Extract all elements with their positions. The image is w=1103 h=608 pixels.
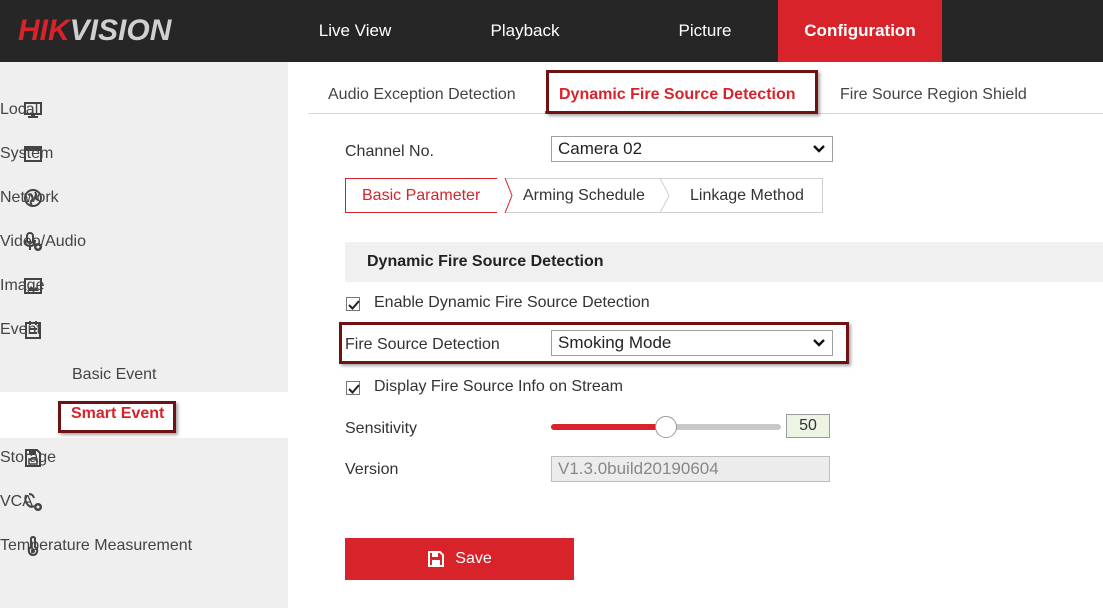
sidebar-item-label: Image (0, 277, 45, 294)
sensitivity-slider-thumb[interactable] (655, 416, 677, 438)
sidebar-item-label: System (0, 145, 54, 162)
sensitivity-slider-fill (551, 424, 666, 430)
sidebar-item-video-audio[interactable]: Video/Audio (0, 220, 288, 264)
sidebar-item-local[interactable]: Local (0, 88, 288, 132)
version-field: V1.3.0build20190604 (551, 456, 830, 482)
chevron-down-icon (812, 140, 826, 165)
checkmark-icon (348, 384, 360, 394)
nav-picture[interactable]: Picture (650, 0, 760, 62)
sidebar-item-label: Temperature Measurement (0, 537, 193, 554)
checkmark-icon (348, 300, 360, 310)
version-label: Version (345, 461, 399, 478)
channel-select[interactable]: Camera 02 (551, 136, 833, 162)
sensitivity-value-field[interactable]: 50 (786, 414, 830, 438)
step-arrow-active (497, 178, 513, 213)
sidebar-item-system[interactable]: System (0, 132, 288, 176)
display-info-label: Display Fire Source Info on Stream (374, 378, 623, 395)
sidebar-item-temperature-measurement[interactable]: Temperature Measurement (0, 524, 288, 568)
enable-detection-label: Enable Dynamic Fire Source Detection (374, 294, 650, 311)
tab-audio-exception-detection[interactable]: Audio Exception Detection (328, 86, 516, 104)
sidebar-item-vca[interactable]: VCA (0, 480, 288, 524)
channel-label: Channel No. (345, 143, 434, 160)
step-linkage-method[interactable]: Linkage Method (690, 178, 804, 213)
sidebar-subitem-basic-event[interactable]: Basic Event (72, 366, 156, 384)
chevron-down-icon (812, 334, 826, 359)
logo-part-hik: HIK (18, 14, 70, 47)
top-navigation-bar: HIKVISION Live View Playback Picture Con… (0, 0, 1103, 62)
sidebar-item-label: Video/Audio (0, 233, 86, 250)
logo-part-vision: VISION (69, 14, 172, 47)
save-button[interactable]: Save (345, 538, 574, 580)
sidebar-item-label: Local (0, 101, 39, 118)
nav-configuration[interactable]: Configuration (778, 0, 942, 62)
sidebar-subitem-smart-event[interactable]: Smart Event (71, 405, 164, 423)
sidebar-item-storage[interactable]: Storage (0, 436, 288, 480)
fire-source-detection-select[interactable]: Smoking Mode (551, 330, 833, 356)
channel-select-value: Camera 02 (558, 139, 643, 158)
hikvision-logo: HIKVISION (18, 14, 171, 48)
step-arrow (659, 178, 670, 213)
sidebar: Local System Network Video/Audio Image E… (0, 62, 288, 608)
enable-detection-checkbox[interactable] (346, 297, 360, 311)
sidebar-item-label: VCA (0, 493, 33, 510)
fire-source-detection-value: Smoking Mode (558, 333, 672, 352)
sidebar-item-label: Storage (0, 449, 57, 466)
sidebar-item-event[interactable]: Event (0, 308, 288, 352)
nav-live-view[interactable]: Live View (300, 0, 410, 62)
fire-source-detection-label: Fire Source Detection (345, 336, 500, 353)
floppy-disk-icon (427, 550, 445, 568)
parameter-steps: Basic Parameter Arming Schedule Linkage … (345, 178, 823, 213)
sidebar-item-network[interactable]: Network (0, 176, 288, 220)
sidebar-item-label: Event (0, 321, 41, 338)
save-button-label: Save (455, 550, 492, 567)
step-arming-schedule[interactable]: Arming Schedule (523, 178, 645, 213)
sensitivity-label: Sensitivity (345, 420, 418, 437)
sidebar-item-label: Network (0, 189, 59, 206)
tab-fire-source-region-shield[interactable]: Fire Source Region Shield (840, 86, 1027, 104)
display-info-checkbox[interactable] (346, 381, 360, 395)
step-basic-parameter[interactable]: Basic Parameter (345, 178, 505, 213)
section-title: Dynamic Fire Source Detection (367, 253, 604, 270)
sidebar-item-image[interactable]: Image (0, 264, 288, 308)
dynamic-tab-highlight-box (546, 70, 818, 114)
nav-playback[interactable]: Playback (470, 0, 580, 62)
